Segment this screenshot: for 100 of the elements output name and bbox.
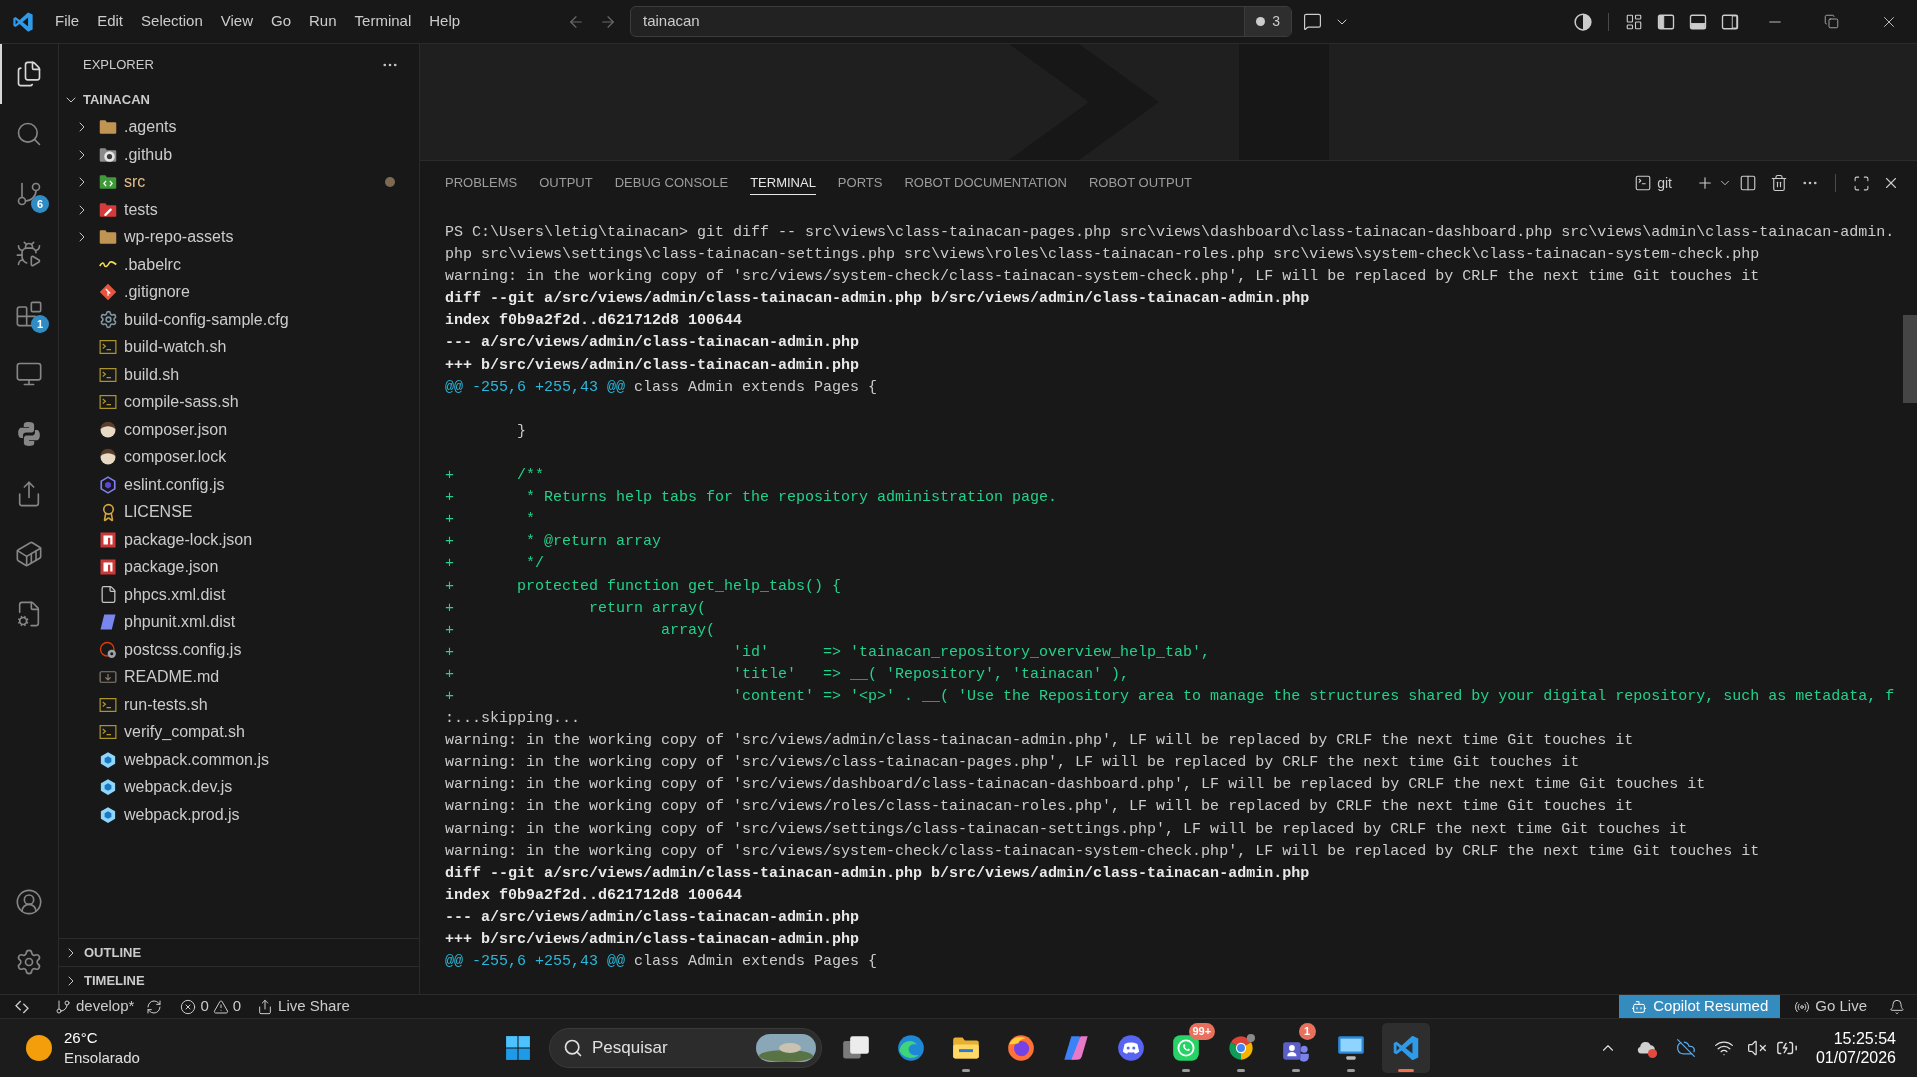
menu-item[interactable]: File (46, 6, 89, 37)
settings-icon[interactable] (15, 948, 43, 976)
search-box[interactable]: Pesquisar (549, 1028, 822, 1068)
error-count[interactable]: 0 (200, 995, 209, 1018)
add-icon[interactable] (1696, 174, 1714, 192)
menu-item[interactable]: View (211, 6, 262, 37)
file-name[interactable]: build-config-sample.cfg (124, 307, 289, 332)
panel-toggle-icon[interactable] (1689, 12, 1707, 31)
search-icon[interactable] (563, 1038, 583, 1058)
sidebar-toggle-icon[interactable] (1657, 12, 1675, 31)
file-name[interactable]: phpunit.xml.dist (124, 610, 236, 635)
branch-icon[interactable] (55, 998, 71, 1015)
blocks-icon[interactable] (15, 300, 43, 328)
file-name[interactable]: wp-repo-assets (124, 225, 234, 250)
terminal-icon[interactable] (1634, 174, 1653, 192)
tricolor-circle-icon[interactable] (1226, 1034, 1255, 1062)
branch-icon[interactable] (15, 180, 43, 208)
file-name[interactable]: .github (124, 142, 173, 167)
maximize-icon[interactable] (1852, 174, 1870, 192)
folder-name[interactable]: TAINACAN (83, 90, 150, 110)
file-name[interactable]: webpack.dev.js (124, 775, 233, 800)
angle-brackets-icon[interactable] (14, 998, 30, 1015)
taskbar-button[interactable] (1381, 1023, 1430, 1073)
file-name[interactable]: build.sh (124, 362, 180, 387)
interlocked-logo-icon[interactable] (16, 421, 42, 447)
muted-speaker-icon[interactable] (1746, 1038, 1767, 1058)
game-controller-icon[interactable] (1116, 1034, 1145, 1062)
menu-item[interactable]: Terminal (345, 6, 421, 37)
file-name[interactable]: composer.json (124, 417, 228, 442)
orb-icon[interactable] (1006, 1034, 1035, 1062)
error-icon[interactable] (180, 998, 197, 1015)
search-icon[interactable] (15, 120, 43, 148)
copilot-status-button[interactable]: Copilot Resumed (1619, 995, 1781, 1018)
four-squares-icon[interactable] (504, 1035, 531, 1061)
panel-tab[interactable]: PORTS (837, 171, 883, 195)
split-icon[interactable] (1739, 174, 1757, 192)
warning-count[interactable]: 0 (232, 995, 242, 1018)
file-name[interactable]: compile-sass.sh (124, 390, 239, 415)
clock-date[interactable]: 01/07/2026 (1815, 1048, 1896, 1067)
bot-icon[interactable] (1631, 998, 1648, 1015)
file-name[interactable]: tests (124, 197, 158, 222)
section-title[interactable]: TIMELINE (84, 970, 145, 991)
menu-item[interactable]: Help (420, 6, 470, 37)
restore-icon[interactable] (1824, 14, 1839, 29)
panel-tab[interactable]: TERMINAL (750, 171, 816, 195)
clock-time[interactable]: 15:25:54 (1833, 1029, 1896, 1048)
file-name[interactable]: .agents (124, 115, 177, 140)
file-name[interactable]: build-watch.sh (124, 335, 227, 360)
file-name[interactable]: LICENSE (124, 500, 193, 525)
file-name[interactable]: run-tests.sh (124, 692, 208, 717)
file-name[interactable]: webpack.prod.js (124, 802, 240, 827)
command-center[interactable]: tainacan 3 (630, 6, 1292, 37)
code-logo-icon[interactable] (12, 10, 34, 33)
file-name[interactable]: webpack.common.js (124, 747, 269, 772)
go-live-label[interactable]: Go Live (1815, 995, 1867, 1018)
bug-play-icon[interactable] (15, 240, 43, 268)
file-name[interactable]: .babelrc (124, 252, 181, 277)
warning-icon[interactable] (212, 998, 229, 1015)
panel-tab[interactable]: DEBUG CONSOLE (614, 171, 729, 195)
menu-item[interactable]: Selection (132, 6, 212, 37)
file-name[interactable]: package-lock.json (124, 527, 253, 552)
file-name[interactable]: phpcs.xml.dist (124, 582, 226, 607)
chat-icon[interactable] (1302, 12, 1322, 31)
file-name[interactable]: composer.lock (124, 445, 227, 470)
share-icon[interactable] (257, 998, 274, 1015)
menu-item[interactable]: Edit (88, 6, 133, 37)
monitor-icon[interactable] (15, 360, 43, 388)
count-button[interactable]: 3 (1244, 7, 1291, 36)
branch-name[interactable]: develop* (76, 995, 135, 1018)
phone-bubble-icon[interactable] (1171, 1034, 1200, 1062)
terminal-profile-button[interactable]: git (1634, 172, 1672, 194)
panel-tab[interactable]: PROBLEMS (445, 171, 518, 195)
file-name[interactable]: eslint.config.js (124, 472, 225, 497)
account-icon[interactable] (15, 888, 43, 916)
menu-item[interactable]: Go (262, 6, 300, 37)
files-icon[interactable] (15, 60, 43, 88)
monitor-icon[interactable] (1336, 1034, 1365, 1062)
wave-circle-icon[interactable] (896, 1034, 925, 1062)
panel-tab[interactable]: ROBOT DOCUMENTATION (904, 171, 1067, 195)
file-name[interactable]: README.md (124, 665, 220, 690)
overlapping-squares-icon[interactable] (841, 1034, 870, 1062)
half-circle-icon[interactable] (1574, 12, 1592, 31)
file-name[interactable]: src (124, 170, 146, 195)
search-field[interactable]: Pesquisar (592, 1035, 732, 1061)
section-title[interactable]: OUTLINE (84, 942, 142, 963)
panel-tab[interactable]: OUTPUT (539, 171, 593, 195)
layout-icon[interactable] (1625, 12, 1643, 31)
live-share-label[interactable]: Live Share (278, 995, 350, 1018)
sidebar-toggle-icon[interactable] (1721, 12, 1739, 31)
ribbon-logo-icon[interactable] (1061, 1034, 1090, 1062)
file-name[interactable]: verify_compat.sh (124, 720, 245, 745)
file-name[interactable]: package.json (124, 555, 219, 580)
bell-icon[interactable] (1889, 998, 1905, 1015)
code-logo-icon[interactable] (1391, 1034, 1420, 1062)
file-name[interactable]: .gitignore (124, 280, 190, 305)
panel-tab[interactable]: ROBOT OUTPUT (1088, 171, 1192, 195)
container-icon[interactable] (15, 540, 43, 568)
sync-icon[interactable] (146, 998, 163, 1015)
scrollbar-thumb[interactable] (1903, 315, 1917, 403)
cloud-off-icon[interactable] (1676, 1038, 1697, 1058)
